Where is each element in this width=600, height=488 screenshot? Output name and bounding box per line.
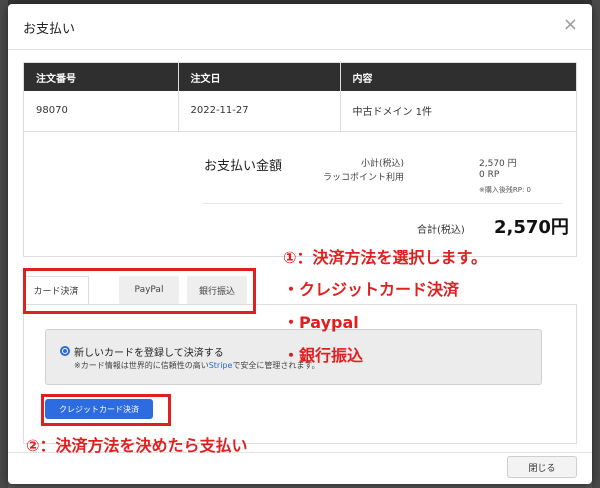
stripe-link: Stripe — [208, 361, 233, 370]
subtotal-label: 小計(税込) — [360, 159, 404, 169]
new-card-radio[interactable] — [60, 346, 70, 356]
cell-order-date: 2022-11-27 — [177, 91, 340, 132]
column-header-content: 内容 — [339, 63, 576, 91]
order-summary-box: 注文番号 注文日 内容 98070 2022-11-27 中古ドメイン 1件 お… — [23, 62, 577, 257]
annotation-paypal: ・Paypal — [283, 313, 359, 332]
backdrop-left — [0, 0, 8, 488]
modal-header: お支払い × — [8, 4, 592, 50]
new-card-option-label[interactable]: 新しいカードを登録して決済する — [74, 344, 224, 359]
points-value: 0 RP — [479, 170, 500, 180]
payment-modal: お支払い × 注文番号 注文日 内容 98070 2022-11-27 中古ドメ… — [8, 4, 592, 484]
column-header-order-date: 注文日 — [177, 63, 340, 91]
annotation-step-2: ②：決済方法を決めたら支払い — [26, 436, 248, 455]
cell-order-number: 98070 — [24, 91, 178, 132]
annotation-step-1: ①：決済方法を選択します。 — [283, 248, 487, 267]
table-row: 98070 2022-11-27 中古ドメイン 1件 — [24, 91, 576, 132]
credit-card-pay-button[interactable]: クレジットカード決済 — [45, 399, 153, 419]
tab-paypal[interactable]: PayPal — [119, 276, 179, 304]
stripe-note-prefix: ※カード情報は世界的に信頼性の高い — [74, 361, 209, 370]
order-table: 注文番号 注文日 内容 98070 2022-11-27 中古ドメイン 1件 — [24, 63, 576, 132]
rp-note: ※購入後残RP: 0 — [479, 186, 531, 194]
tab-card[interactable]: カード決済 — [23, 276, 89, 305]
subtotal-value: 2,570 円 — [479, 159, 517, 169]
cell-content: 中古ドメイン 1件 — [339, 91, 576, 132]
total-label: 合計(税込) — [417, 225, 465, 236]
backdrop-right — [592, 0, 600, 488]
close-button[interactable]: 閉じる — [507, 456, 577, 478]
total-value: 2,570円 — [494, 217, 569, 238]
annotation-bank: ・銀行振込 — [283, 346, 364, 365]
tab-bank-transfer[interactable]: 銀行振込 — [187, 276, 247, 304]
points-label: ラッコポイント利用 — [322, 173, 404, 183]
annotation-credit-card: ・クレジットカード決済 — [283, 280, 460, 299]
modal-title: お支払い — [23, 22, 76, 37]
close-icon[interactable]: × — [563, 16, 578, 34]
table-header-row: 注文番号 注文日 内容 — [24, 63, 576, 91]
column-header-order-number: 注文番号 — [24, 63, 178, 91]
amount-divider — [202, 203, 562, 204]
